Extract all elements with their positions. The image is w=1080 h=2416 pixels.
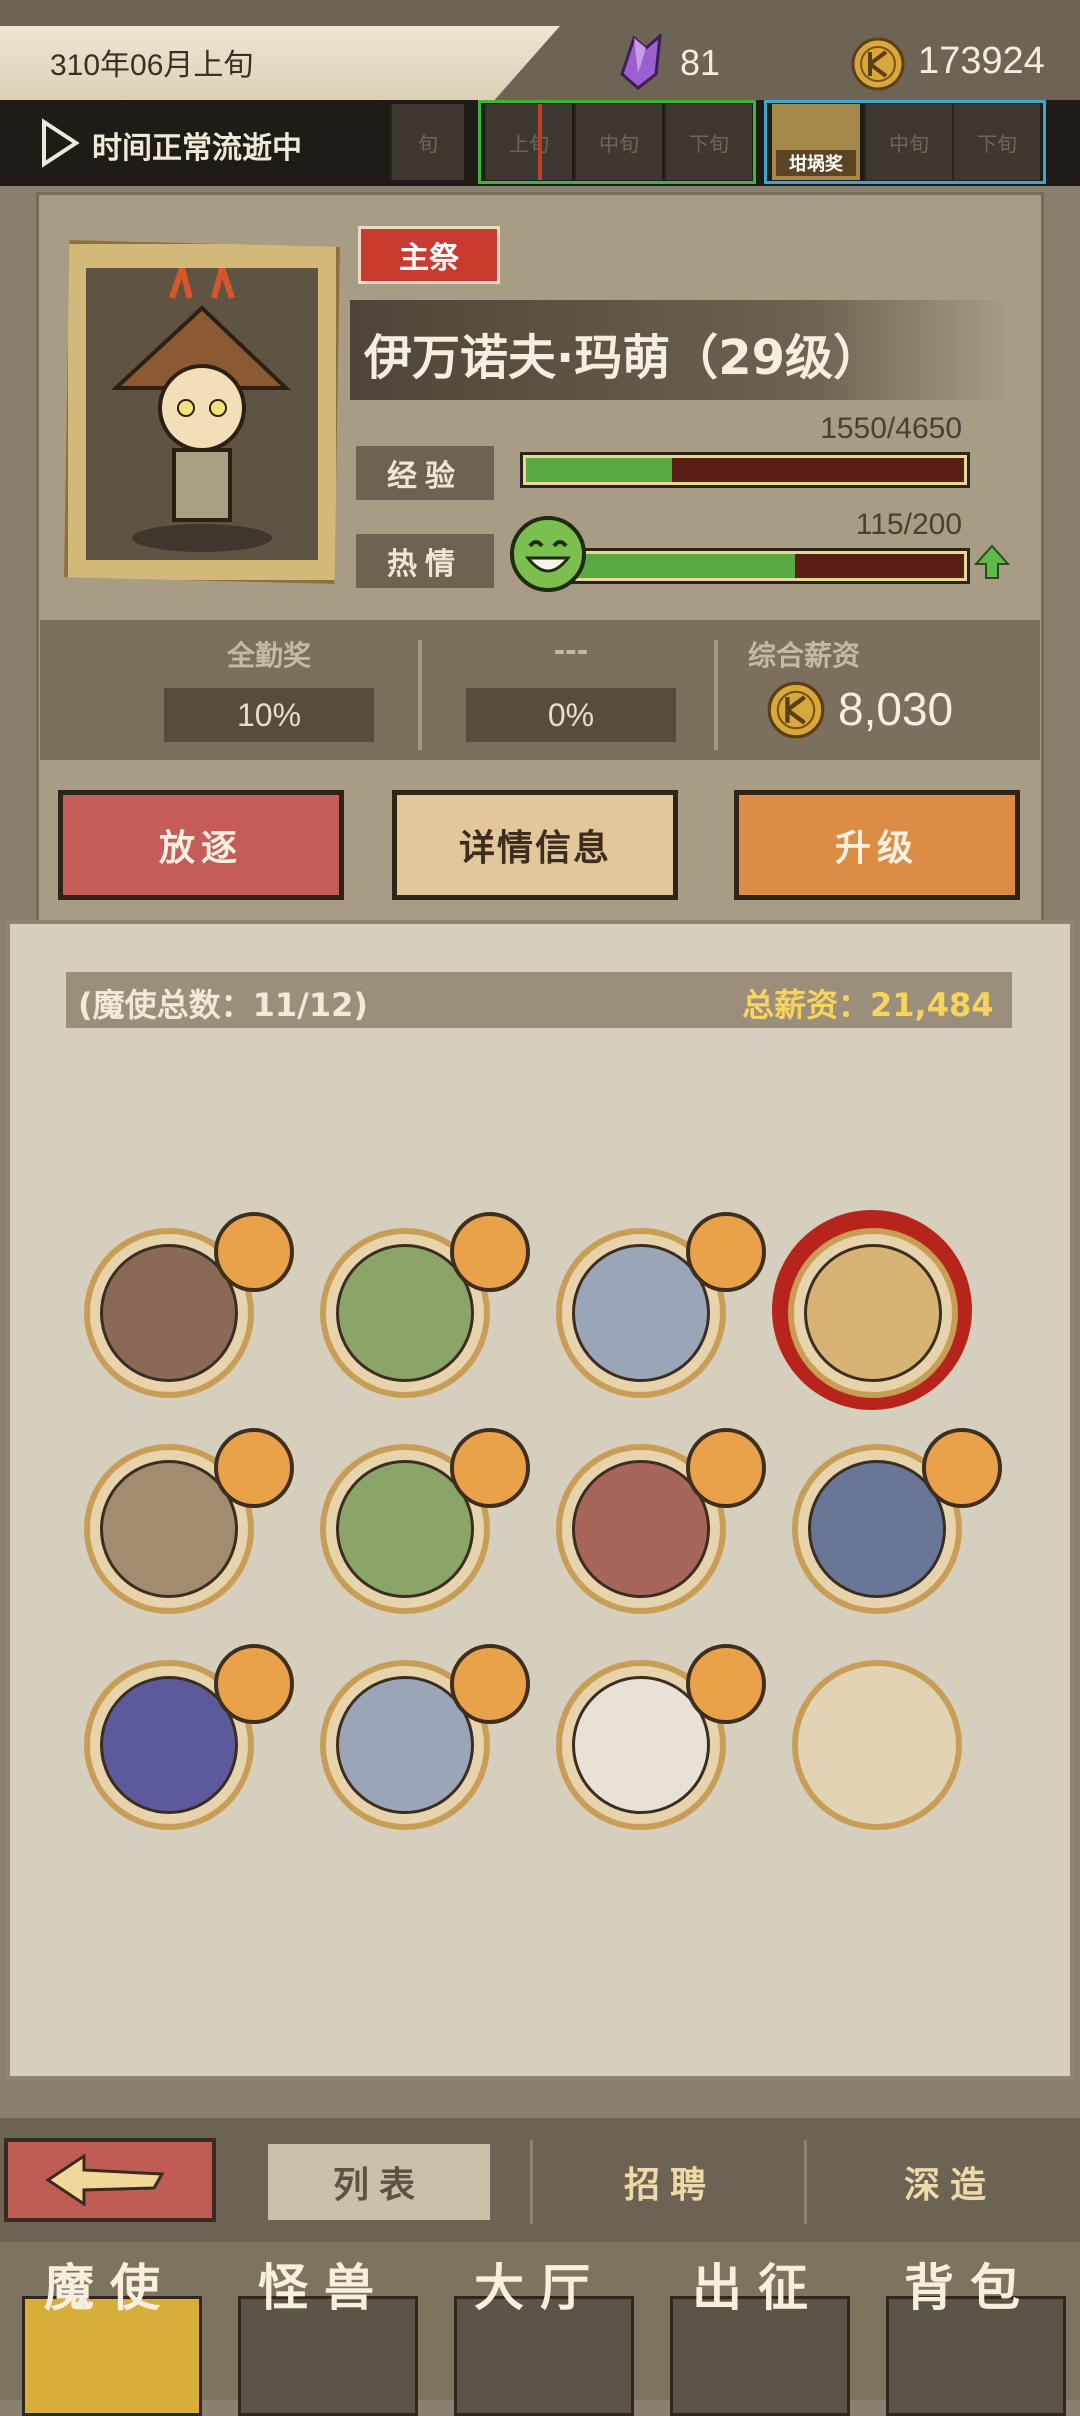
rune-coin-icon [767,681,825,739]
mood-icon [214,1644,294,1724]
tab-recruit[interactable]: 招聘 [560,2144,780,2220]
nav-envoy[interactable]: 魔使 [44,2248,176,2320]
upgrade-button[interactable]: 升级 [734,790,1020,900]
attendance-value: 10% [164,688,374,742]
stats-divider [418,640,422,750]
award-label: 坩埚奖 [776,150,856,176]
mood-icon [686,1212,766,1292]
exp-bar [520,452,970,488]
character-portrait[interactable] [86,257,318,560]
witch-avatar-icon [110,257,291,552]
period-cell[interactable]: 旬 [390,104,464,180]
mood-icon [450,1212,530,1292]
mood-icon [214,1428,294,1508]
smile-face-icon [510,516,586,592]
stats-divider [714,640,718,750]
up-arrow-icon [973,544,1011,579]
play-icon[interactable] [40,118,80,168]
rune-coin-icon [851,37,905,91]
role-badge: 主祭 [358,226,500,284]
mood-icon [922,1428,1002,1508]
tab-list[interactable]: 列表 [268,2144,490,2220]
details-button[interactable]: 详情信息 [392,790,678,900]
envoy-count: (魔使总数：11/12) [78,986,369,1024]
tab-divider [530,2140,533,2224]
exile-button[interactable]: 放逐 [58,790,344,900]
time-marker [538,104,542,180]
period-late[interactable]: 下旬 [664,104,752,180]
nav-expedition[interactable]: 出征 [692,2248,824,2320]
passion-value: 115/200 [855,508,962,541]
nav-monster[interactable]: 怪兽 [258,2248,390,2320]
envoy-slot-selected[interactable] [788,1228,958,1398]
mood-icon [686,1644,766,1724]
mood-icon [214,1212,294,1292]
tab-divider [804,2140,807,2224]
passion-fill [566,554,795,578]
total-salary: 总薪资：21,484 [742,986,994,1024]
character-name: 伊万诺夫·玛萌（29级） [364,330,882,386]
purple-crystal-icon [620,34,662,90]
exp-label: 经验 [356,446,494,500]
passion-bar [560,548,970,584]
passion-label: 热情 [356,534,494,588]
coin-count: 173924 [918,40,1045,82]
gem-count: 81 [680,42,721,83]
attendance-title: 全勤奖 [226,639,311,672]
period-early[interactable]: 上旬 [484,104,572,180]
nav-hall[interactable]: 大厅 [474,2248,606,2320]
bonus-value: 0% [466,688,676,742]
period-late-next[interactable]: 下旬 [952,104,1040,180]
exp-fill [526,458,672,482]
tab-forge[interactable]: 深造 [840,2144,1060,2220]
mood-icon [450,1428,530,1508]
exp-value: 1550/4650 [820,412,962,445]
period-mid[interactable]: 中旬 [574,104,662,180]
empty-slot[interactable] [792,1660,962,1830]
salary-title: 综合薪资 [748,639,861,672]
nav-bag[interactable]: 背包 [904,2248,1036,2320]
current-date: 310年06月上旬 [50,49,254,82]
bonus-title: --- [553,634,589,667]
salary-value: 8,030 [838,683,954,735]
back-arrow-icon [45,2153,165,2207]
time-status: 时间正常流逝中 [92,131,302,166]
period-mid-next[interactable]: 中旬 [864,104,952,180]
mood-icon [450,1644,530,1724]
mood-icon [686,1428,766,1508]
